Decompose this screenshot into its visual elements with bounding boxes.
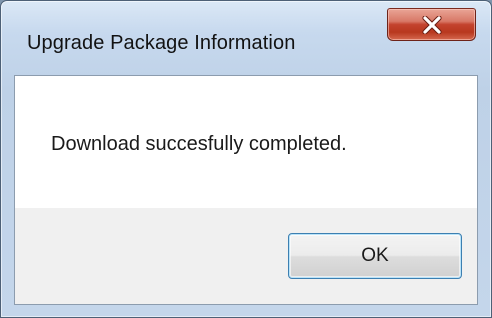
title-bar[interactable]: Upgrade Package Information [1, 1, 491, 75]
close-button[interactable] [387, 8, 476, 41]
ok-button[interactable]: OK [288, 233, 462, 279]
dialog-content: Download succesfully completed. OK [14, 75, 478, 305]
message-text: Download succesfully completed. [51, 133, 347, 155]
dialog-title: Upgrade Package Information [27, 32, 296, 54]
button-area: OK [15, 208, 477, 304]
dialog-window: Upgrade Package Information Download suc… [0, 0, 492, 318]
close-icon [421, 15, 443, 34]
